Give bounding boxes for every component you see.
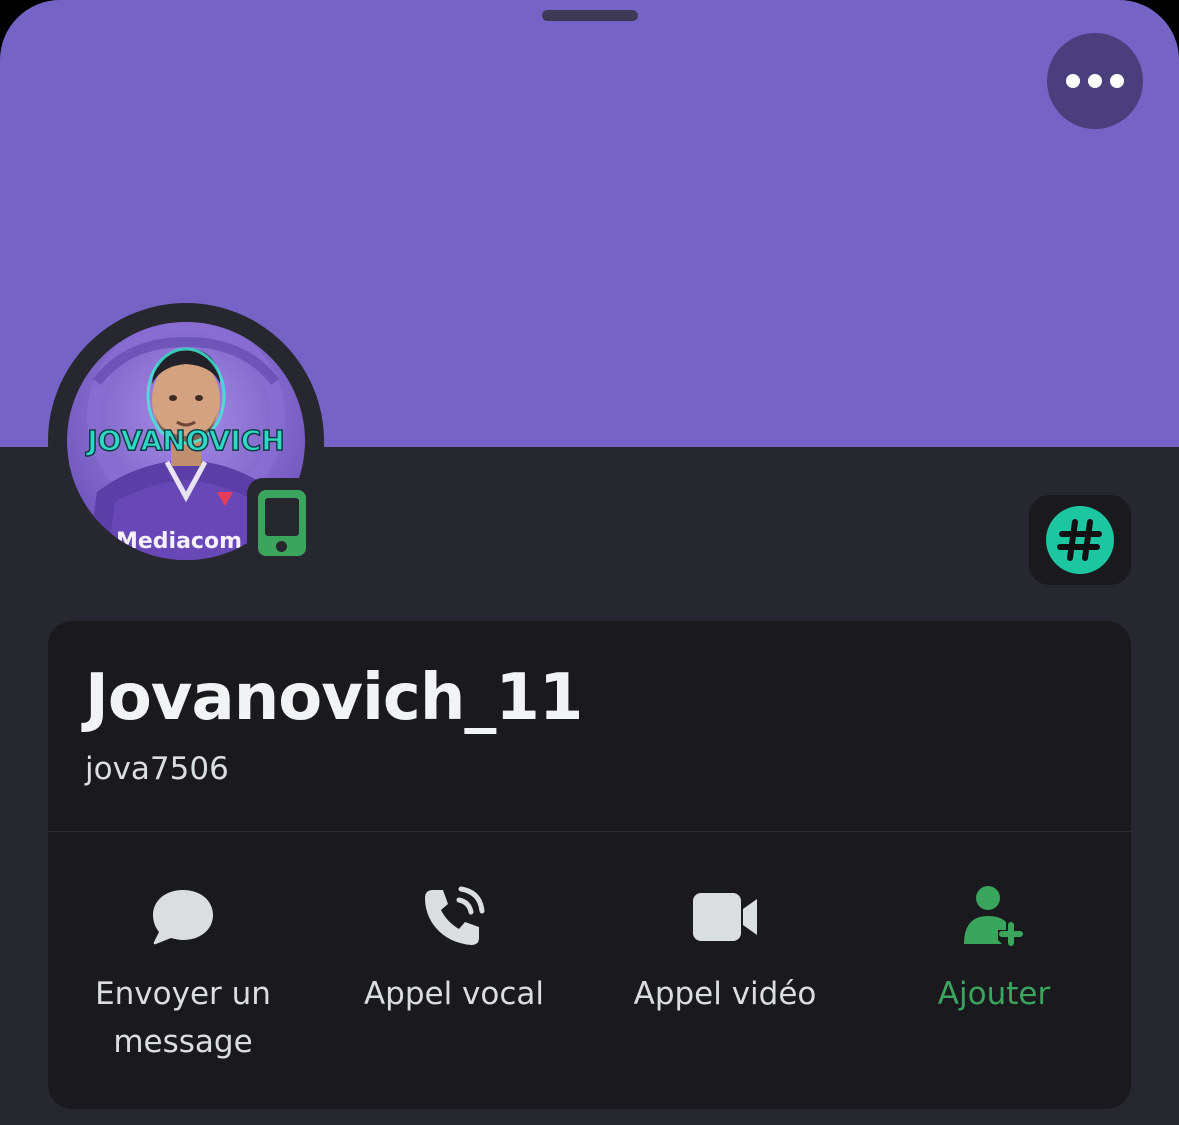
display-name: Jovanovich_11 xyxy=(85,661,583,735)
video-call-button[interactable]: Appel vidéo xyxy=(590,832,860,1109)
send-message-label: Envoyer un message xyxy=(95,976,271,1060)
sheet-drag-handle[interactable] xyxy=(542,10,638,21)
hashtag-icon xyxy=(1057,519,1102,561)
add-friend-button[interactable]: Ajouter xyxy=(859,832,1129,1109)
more-horizontal-icon xyxy=(1066,74,1080,88)
username: jova7506 xyxy=(85,751,229,787)
profile-card: Jovanovich_11 jova7506 Envoyer un message xyxy=(48,621,1131,1109)
profile-badge[interactable] xyxy=(1029,495,1131,585)
video-camera-icon xyxy=(693,893,757,941)
avatar-name-text: JOVANOVICH xyxy=(85,424,284,457)
voice-call-button[interactable]: Appel vocal xyxy=(319,832,589,1109)
more-options-button[interactable] xyxy=(1047,33,1143,129)
message-bubble-icon xyxy=(153,890,213,945)
video-call-label: Appel vidéo xyxy=(633,976,817,1012)
voice-call-label: Appel vocal xyxy=(363,976,545,1012)
phone-call-icon xyxy=(425,886,485,945)
add-friend-label: Ajouter xyxy=(937,976,1051,1012)
send-message-button[interactable]: Envoyer un message xyxy=(48,832,318,1109)
profile-sheet: JOVANOVICH Mediacom Jovanovich_11 jova75… xyxy=(0,0,1179,1125)
mobile-status-indicator xyxy=(247,478,317,566)
add-friend-icon xyxy=(964,886,1023,946)
action-row: Envoyer un message Appel vocal Appel vid… xyxy=(48,832,1131,1109)
mobile-phone-icon xyxy=(258,490,306,556)
